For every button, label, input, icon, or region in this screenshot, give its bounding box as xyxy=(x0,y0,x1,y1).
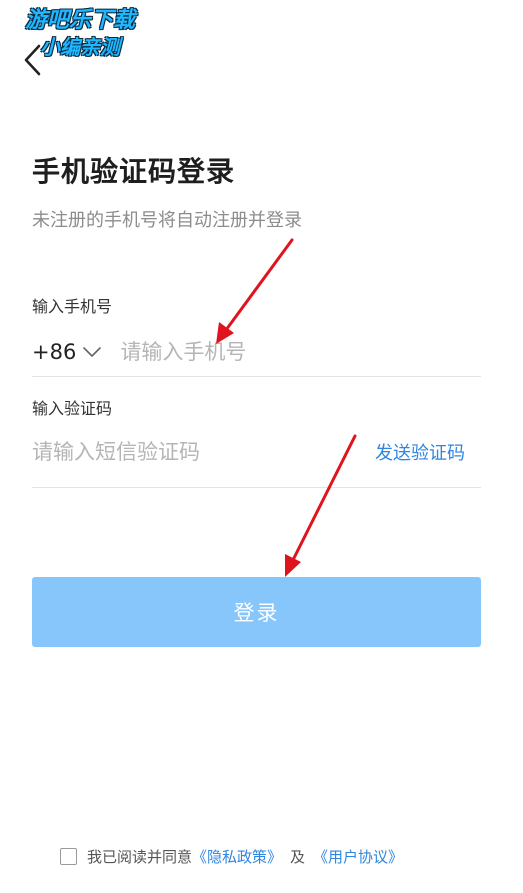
sms-code-input[interactable] xyxy=(32,432,332,472)
phone-divider xyxy=(32,376,481,377)
login-button[interactable]: 登录 xyxy=(32,577,481,647)
phone-row: +86 xyxy=(32,330,481,374)
back-button[interactable] xyxy=(18,42,48,78)
agreement-row: 我已阅读并同意 《隐私政策》 及 《用户协议》 xyxy=(60,843,403,869)
chevron-down-icon xyxy=(82,346,102,358)
chevron-left-icon xyxy=(24,44,41,76)
page-title: 手机验证码登录 xyxy=(32,155,236,188)
user-agreement-link[interactable]: 《用户协议》 xyxy=(313,846,403,867)
agreement-checkbox[interactable] xyxy=(60,847,77,865)
country-code-selector[interactable]: +86 xyxy=(32,340,120,364)
code-divider xyxy=(32,487,481,488)
watermark-line-1: 游吧乐下载 xyxy=(24,8,135,33)
privacy-policy-link[interactable]: 《隐私政策》 xyxy=(192,846,282,867)
annotation-arrow-phone xyxy=(216,238,294,344)
code-label: 输入验证码 xyxy=(32,399,113,418)
agreement-prefix: 我已阅读并同意 xyxy=(87,847,193,866)
send-code-button[interactable]: 发送验证码 xyxy=(375,439,465,465)
country-code-value: +86 xyxy=(32,340,77,364)
code-row: 发送验证码 xyxy=(32,430,481,474)
phone-label: 输入手机号 xyxy=(32,297,113,316)
page-subtitle: 未注册的手机号将自动注册并登录 xyxy=(32,210,302,231)
agreement-and: 及 xyxy=(290,847,306,866)
phone-input[interactable] xyxy=(120,332,421,372)
